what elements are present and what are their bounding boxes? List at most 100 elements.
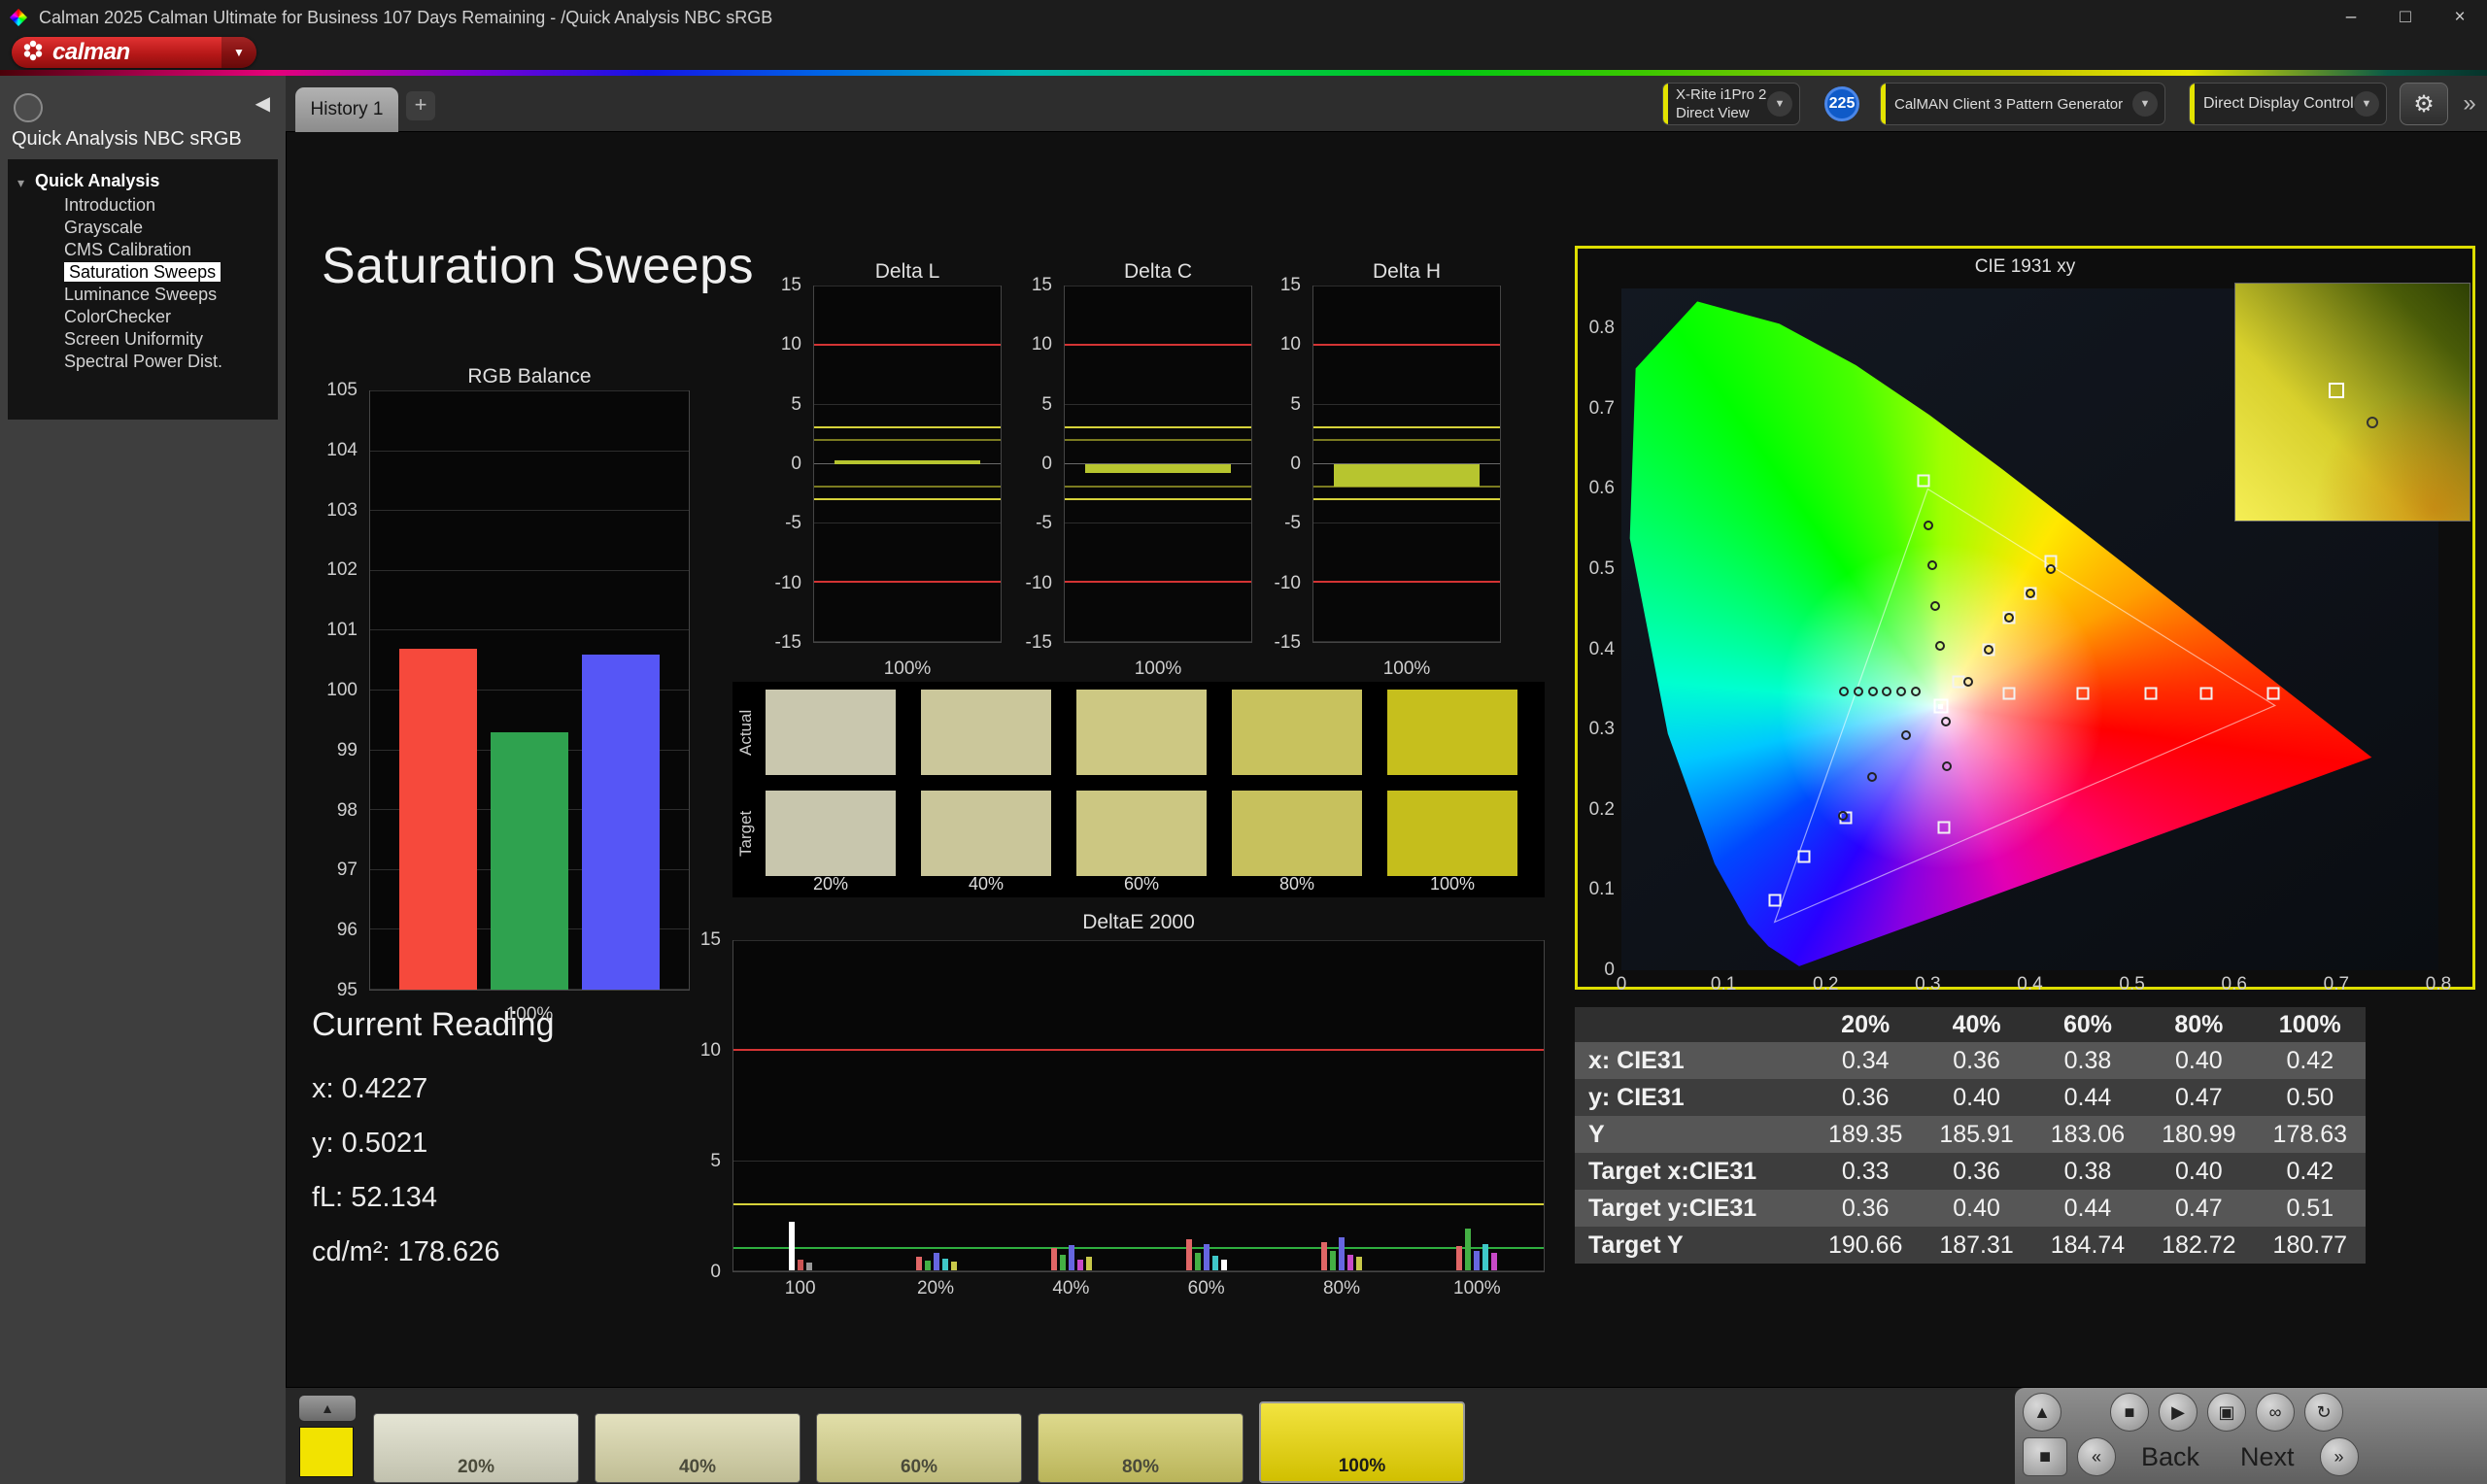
tree-item-screen-uniformity[interactable]: Screen Uniformity [8,328,278,351]
workflow-tree: ▾ Quick Analysis Introduction Grayscale CM… [8,159,278,420]
minimize-button[interactable]: – [2324,0,2378,35]
limit-line [733,1247,1544,1250]
y-tick-label: -5 [1036,513,1052,534]
target-marker [2266,687,2280,700]
measured-marker [2004,612,2015,623]
x-axis: 100 20% 40% 60% 80% 100% [732,1278,1545,1303]
tab-history-1[interactable]: History 1 [295,87,398,132]
inset-measured-circle [2366,416,2378,428]
tree-root[interactable]: ▾ Quick Analysis [8,169,278,194]
x-tick-label: 0.5 [2119,974,2145,995]
tree-item-colorchecker[interactable]: ColorChecker [8,306,278,328]
add-tab-button[interactable]: + [406,91,435,120]
save-button[interactable]: ▣ [2207,1393,2246,1432]
next-chevron-button[interactable]: » [2319,1437,2359,1476]
bar-group [1185,940,1227,1270]
workflow-title: Quick Analysis NBC sRGB [12,128,242,150]
y-axis: -15 -10 -5 0 5 10 15 [1268,275,1307,653]
x-tick-label: 0.7 [2323,974,2350,995]
x-axis-label: 100% [883,658,932,679]
bar [1473,1250,1480,1270]
limit-line [1065,497,1251,500]
tree-item-grayscale[interactable]: Grayscale [8,217,278,239]
x-tick-label: 100 [784,1278,816,1298]
bar [490,732,569,990]
tree-expander-icon[interactable]: ▾ [17,171,24,194]
cie-chart-panel[interactable]: CIE 1931 xy 0 0.1 0.2 0.3 0.4 0.5 0.6 0.7 0.8 00… [1575,246,2475,995]
display-control-dropdown[interactable]: Direct Display Control ▼ [2189,83,2387,125]
calman-menu-button[interactable]: calman ▼ [12,37,256,68]
chevron-down-icon[interactable]: ▼ [2354,91,2379,117]
maximize-button[interactable]: □ [2378,0,2433,35]
collapse-panel-button[interactable]: ▲ [2023,1393,2061,1432]
y-tick-label: 0.7 [1588,397,1615,419]
calman-logo-icon [21,39,45,67]
pattern-window-button[interactable]: ■ [2023,1437,2067,1476]
chevron-down-icon[interactable]: ▼ [2132,91,2158,117]
sidebar-options-button[interactable] [14,93,43,122]
actual-row-label: Actual [736,709,755,756]
next-button[interactable]: Next [2240,1442,2295,1472]
gridline [370,629,689,631]
measured-marker [1963,676,1974,687]
bar [950,1261,957,1270]
pattern-swatch-button[interactable]: 40% [595,1413,801,1483]
y-tick-label: 10 [1031,334,1052,355]
pattern-swatch-button[interactable]: 100% [1259,1401,1465,1483]
table-col-header: 40% [1921,1007,2032,1042]
pattern-generator-dropdown[interactable]: CalMAN Client 3 Pattern Generator ▼ [1880,83,2165,125]
chevron-down-icon[interactable]: ▼ [1767,91,1792,117]
table-row: x: CIE31 0.34 0.36 0.38 0.40 0.42 [1575,1042,2366,1079]
y-tick-label: 5 [1041,393,1052,415]
chart-title: RGB Balance [467,365,592,388]
tree-item-spectral-power-dist-[interactable]: Spectral Power Dist. [8,351,278,373]
sidebar-collapse-button[interactable]: ◀ [256,91,270,116]
target-swatch [766,791,896,876]
stop-button[interactable]: ■ [2110,1393,2149,1432]
advance-icon[interactable]: » [2456,85,2483,122]
transport-panel: ▲ ■ ▶ ▣ ∞ ↻ ■ « Back Next » [2015,1388,2487,1484]
bar [835,460,980,464]
x-tick-label: 100% [1453,1278,1501,1298]
measured-marker [1941,716,1952,726]
pattern-accent [1881,84,1886,124]
cie-data-table: 20% 40% 60% 80% 100% x: CIE31 0.34 0.36 0.38 0.4… [1575,1007,2366,1264]
x-tick-label: 0.8 [2425,974,2452,995]
continuous-button[interactable]: ∞ [2256,1393,2295,1432]
close-button[interactable]: × [2433,0,2487,35]
workflow-tree-items: Introduction Grayscale CMS Calibration Satu… [8,194,278,373]
measured-marker [1853,687,1863,697]
x-tick-label: 0 [1616,974,1627,995]
pattern-swatch-button[interactable]: 80% [1038,1413,1244,1483]
tree-item-luminance-sweeps[interactable]: Luminance Sweeps [8,284,278,306]
actual-swatch [1387,690,1517,775]
x-axis-label: 100% [1134,658,1182,679]
back-button[interactable]: Back [2141,1442,2199,1472]
meter-dropdown[interactable]: X-Rite i1Pro 2 Direct View ▼ [1662,83,1800,125]
gridline [733,1270,1544,1271]
top-strip: History 1 + X-Rite i1Pro 2 Direct View ▼… [286,76,2487,132]
tree-item-cms-calibration[interactable]: CMS Calibration [8,239,278,261]
table-row: Target x:CIE31 0.33 0.36 0.38 0.40 0.42 [1575,1153,2366,1190]
gridline [814,404,1001,405]
y-tick-label: 105 [326,380,358,400]
back-chevron-button[interactable]: « [2077,1437,2116,1476]
tree-item-introduction[interactable]: Introduction [8,194,278,217]
play-button[interactable]: ▶ [2159,1393,2197,1432]
limit-line [733,1203,1544,1205]
chevron-down-icon[interactable]: ▼ [221,37,256,68]
read-count-badge[interactable]: 225 [1824,86,1859,121]
refresh-button[interactable]: ↻ [2304,1393,2343,1432]
table-col-header: 80% [2143,1007,2255,1042]
delta-l-plot [813,286,1002,643]
pattern-swatch-button[interactable]: 60% [816,1413,1022,1483]
pattern-panel-toggle-button[interactable]: ▲ [299,1396,356,1421]
gear-icon[interactable]: ⚙ [2400,83,2448,125]
tree-item-saturation-sweeps[interactable]: Saturation Sweeps [8,261,278,284]
table-col-header: 100% [2254,1007,2366,1042]
pattern-swatch-button[interactable]: 20% [373,1413,579,1483]
cie-y-axis: 0 0.1 0.2 0.3 0.4 0.5 0.6 0.7 0.8 [1580,288,1618,980]
gridline [1313,404,1500,405]
gridline [1313,641,1500,642]
y-tick-label: 103 [326,499,358,521]
